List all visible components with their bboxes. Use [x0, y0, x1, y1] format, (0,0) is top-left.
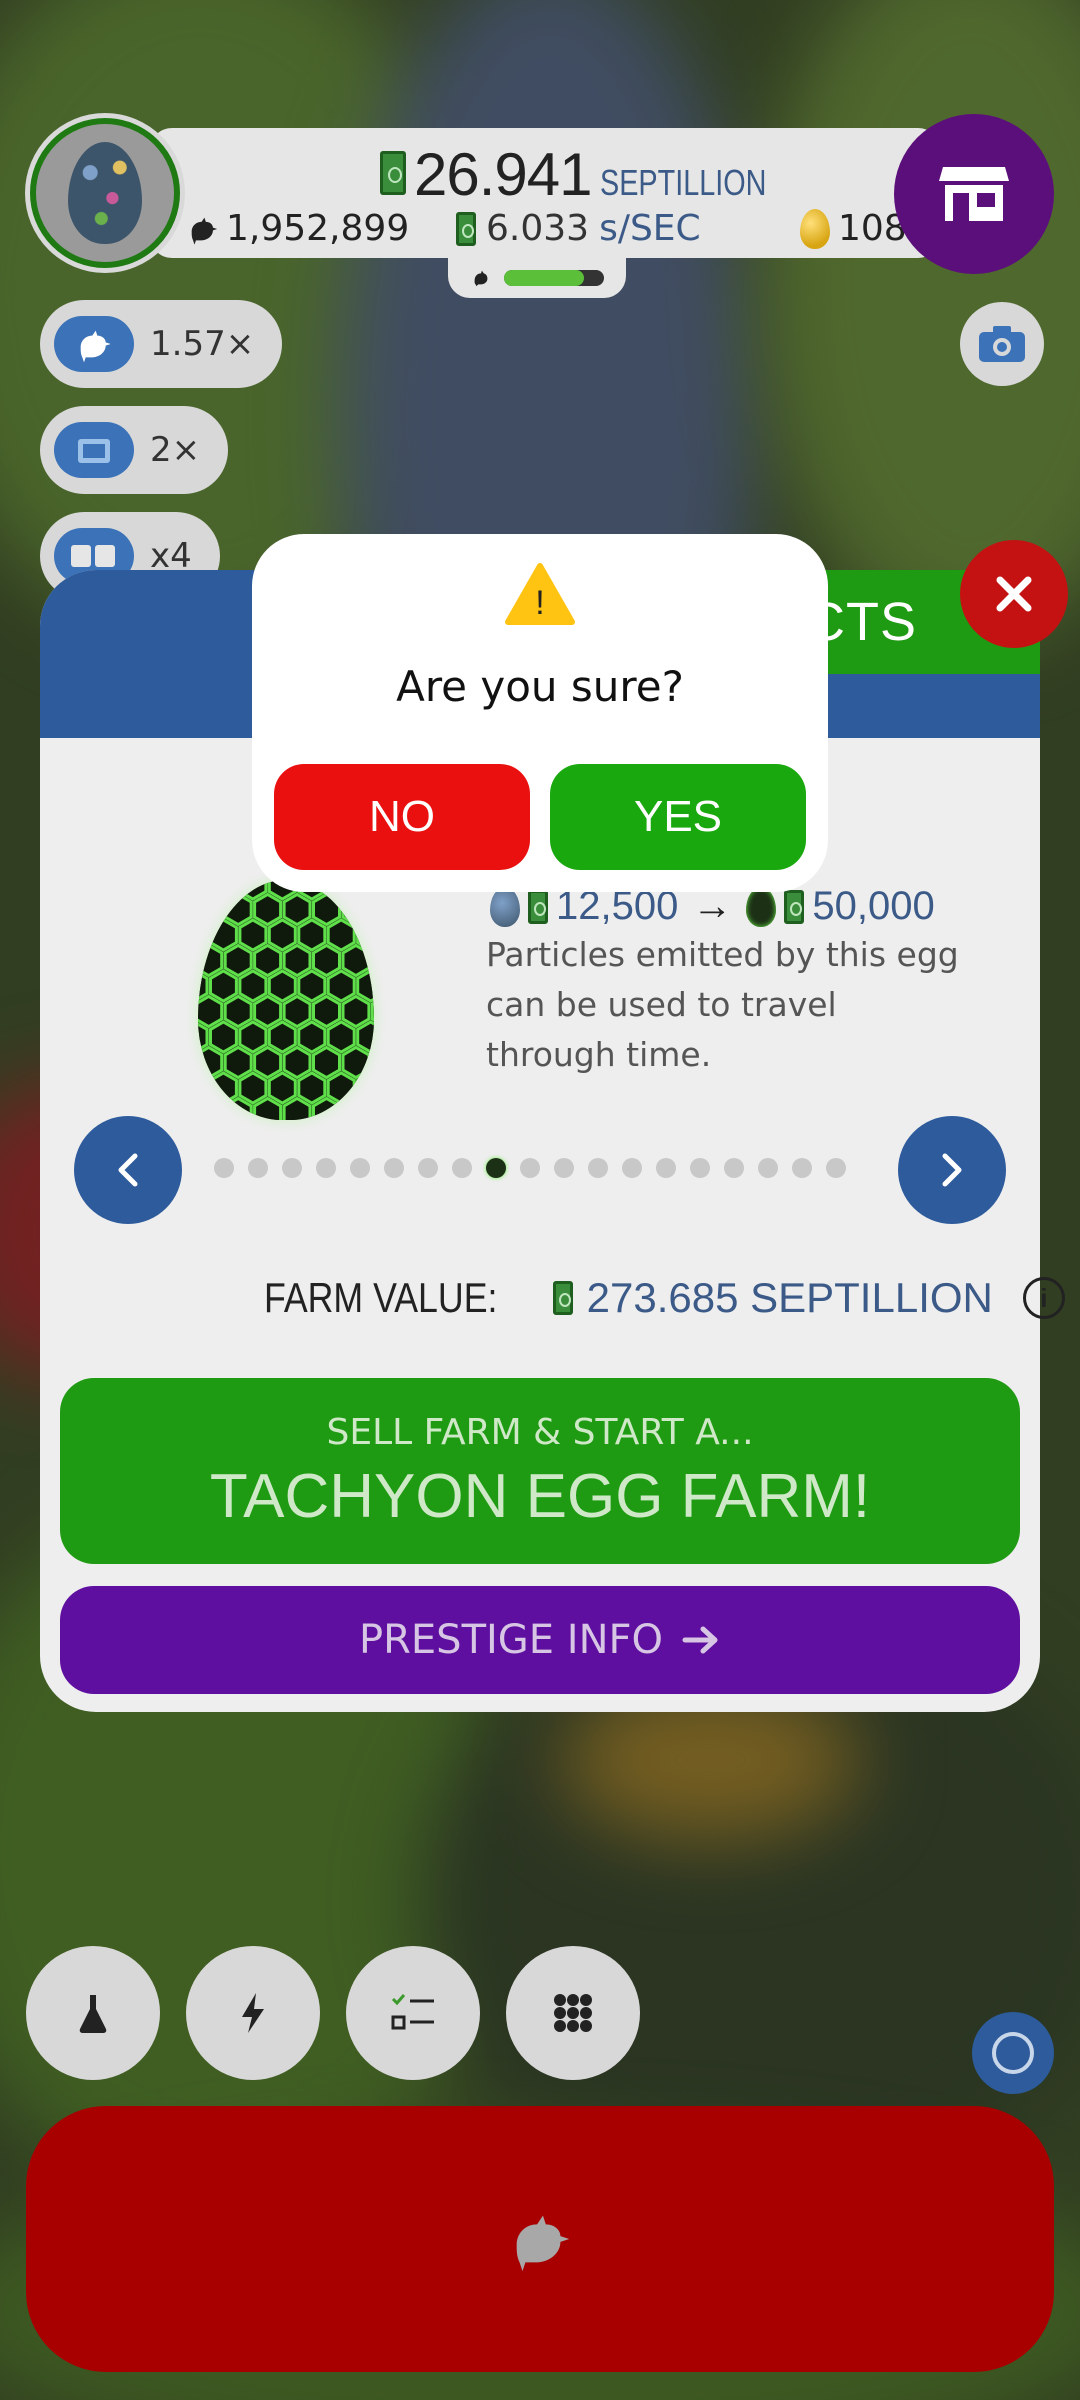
prestige-info-label: PRESTIGE INFO: [358, 1617, 663, 1663]
cash-icon: [552, 1281, 573, 1315]
farm-value-amount: 273.685 SEPTILLION: [586, 1274, 993, 1321]
chicken-count-value: 1,952,899: [226, 208, 410, 249]
sell-farm-line2: TACHYON EGG FARM!: [209, 1462, 871, 1531]
no-button-label: NO: [369, 792, 435, 841]
close-button[interactable]: [960, 540, 1068, 648]
video-boost-pill[interactable]: 2×: [40, 406, 229, 494]
menu-button[interactable]: [506, 1946, 640, 2080]
pager-dot[interactable]: [656, 1158, 676, 1178]
farm-value: FARM VALUE: 273.685 SEPTILLION i: [264, 1274, 1065, 1322]
next-egg-button[interactable]: [898, 1116, 1006, 1224]
hatch-chicken-button[interactable]: [26, 2106, 1054, 2372]
close-icon: [996, 576, 1032, 612]
boost-button[interactable]: [186, 1946, 320, 2080]
video-boost-icon: [54, 422, 134, 478]
cash-icon: [528, 889, 548, 924]
previous-egg-button[interactable]: [74, 1116, 182, 1224]
video-multiplier: 2×: [150, 430, 201, 470]
cash-icon: [784, 889, 805, 924]
rate-unit: s/SEC: [599, 208, 701, 249]
yes-button[interactable]: YES: [550, 764, 806, 870]
info-icon[interactable]: i: [1022, 1277, 1065, 1319]
pager-dot[interactable]: [384, 1158, 404, 1178]
pager-dot[interactable]: [452, 1158, 472, 1178]
progress-fill: [504, 270, 584, 286]
checklist-icon: [391, 1994, 434, 2030]
yes-button-label: YES: [633, 792, 723, 841]
tachyon-egg-icon: [746, 886, 777, 927]
pager-dot[interactable]: [826, 1158, 846, 1178]
pager-dot[interactable]: [792, 1158, 812, 1178]
shop-icon: [939, 167, 1009, 221]
arrow-right-icon: [682, 1626, 718, 1654]
pager-dot[interactable]: [554, 1158, 574, 1178]
dialog-title: Are you sure?: [396, 662, 684, 711]
chicken-count: 1,952,899: [186, 208, 409, 249]
chevron-right-icon: [942, 1153, 962, 1187]
egg-pager: [214, 1158, 846, 1178]
confirm-dialog: ! Are you sure? NO YES: [252, 534, 828, 892]
egg-description: Particles emitted by this egg can be use…: [486, 935, 959, 1074]
pager-dot[interactable]: [758, 1158, 778, 1178]
pager-dot[interactable]: [724, 1158, 744, 1178]
sell-farm-line1: SELL FARM & START A...: [326, 1412, 754, 1453]
no-button[interactable]: NO: [274, 764, 530, 870]
pager-dot[interactable]: [418, 1158, 438, 1178]
pager-dot[interactable]: [622, 1158, 642, 1178]
pager-dot[interactable]: [520, 1158, 540, 1178]
grid-icon: [554, 1994, 592, 2032]
progress-track: [504, 270, 604, 286]
pager-dot[interactable]: [214, 1158, 234, 1178]
pager-dot[interactable]: [690, 1158, 710, 1178]
shop-button[interactable]: [894, 114, 1054, 274]
current-egg-icon: [490, 886, 520, 927]
chicken-progress: [448, 258, 626, 298]
chicken-icon: [516, 2215, 570, 2272]
cash-icon: [380, 151, 406, 195]
boost-icon: [242, 1993, 264, 2033]
pager-dot[interactable]: [316, 1158, 336, 1178]
chevron-left-icon: [118, 1153, 138, 1187]
trade-to-value: 50,000: [812, 884, 935, 928]
egg-icon: [68, 142, 142, 244]
money-unit: SEPTILLION: [599, 162, 766, 203]
warning-mark: !: [535, 584, 544, 622]
sell-farm-button[interactable]: SELL FARM & START A... TACHYON EGG FARM!: [60, 1378, 1020, 1564]
chick-icon: [474, 270, 488, 287]
pager-dot[interactable]: [282, 1158, 302, 1178]
money-value: 26.941: [414, 141, 593, 208]
farm-value-label: FARM VALUE:: [264, 1274, 498, 1321]
camera-button[interactable]: [960, 302, 1044, 386]
pager-dot[interactable]: [588, 1158, 608, 1178]
golden-egg-icon: [800, 208, 830, 249]
circle-icon: [992, 2032, 1034, 2074]
cash-icon: [456, 211, 476, 246]
research-button[interactable]: [26, 1946, 160, 2080]
chicken-boost-icon: [54, 316, 134, 372]
research-icon: [79, 1995, 107, 2033]
camera-icon: [979, 326, 1025, 362]
earning-rate: 6.033 s/SEC: [456, 208, 701, 249]
prestige-info-button[interactable]: PRESTIGE INFO: [60, 1586, 1020, 1694]
golden-egg-count: 108: [800, 208, 907, 249]
money-display: 26.941 SEPTILLION: [380, 140, 808, 208]
camera-mode-button[interactable]: [972, 2012, 1054, 2094]
chicken-boost-pill[interactable]: 1.57×: [40, 300, 283, 388]
chicken-icon: [191, 217, 218, 245]
rate-value: 6.033: [486, 208, 590, 249]
warning-icon: !: [505, 563, 575, 625]
pager-dot[interactable]: [248, 1158, 268, 1178]
pager-dot[interactable]: [350, 1158, 370, 1178]
chicken-multiplier: 1.57×: [150, 324, 255, 364]
tachyon-egg-image: [198, 880, 374, 1120]
current-egg-avatar[interactable]: [30, 118, 180, 268]
missions-button[interactable]: [346, 1946, 480, 2080]
pager-dot[interactable]: [486, 1158, 506, 1178]
